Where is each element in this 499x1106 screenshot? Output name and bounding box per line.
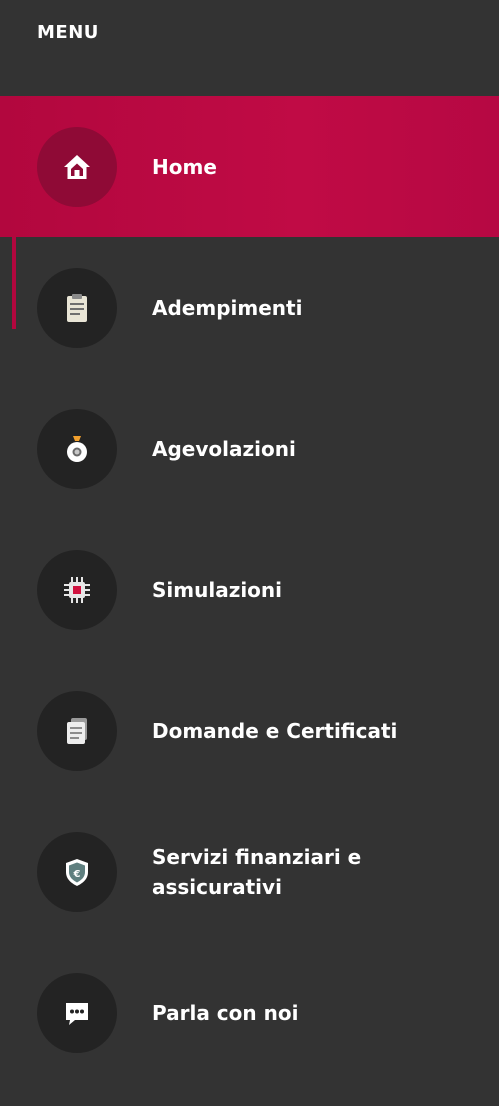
clipboard-icon [37, 267, 117, 348]
menu-title: MENU [37, 22, 99, 43]
shield-euro-icon: € [37, 831, 117, 912]
nav-item-simulazioni[interactable]: Simulazioni [0, 519, 499, 660]
nav-item-servizi-finanziari[interactable]: € Servizi finanziari e assicurativi [0, 801, 499, 942]
chip-icon [37, 549, 117, 630]
nav-item-domande-certificati-label: Domande e Certificati [152, 718, 398, 743]
sidebar-menu: MENU Home Adempimenti Agevolazioni Simul… [0, 0, 499, 1106]
nav-item-home[interactable]: Home [0, 96, 499, 329]
chat-icon [37, 972, 117, 1053]
nav-item-agevolazioni-label: Agevolazioni [152, 436, 296, 461]
nav-item-servizi-finanziari-label: Servizi finanziari e assicurativi [152, 844, 362, 899]
nav-item-parla-con-noi[interactable]: Parla con noi [0, 942, 499, 1083]
home-icon [37, 126, 117, 207]
nav-item-agevolazioni[interactable]: Agevolazioni [0, 378, 499, 519]
svg-text:€: € [73, 869, 81, 880]
nav-item-adempimenti-label: Adempimenti [152, 295, 303, 320]
nav-item-adempimenti[interactable]: Adempimenti [0, 237, 499, 378]
nav-item-simulazioni-label: Simulazioni [152, 577, 283, 602]
nav-item-parla-con-noi-label: Parla con noi [152, 1000, 299, 1025]
money-bag-icon [37, 408, 117, 489]
documents-icon [37, 690, 117, 771]
nav-list: Home Adempimenti Agevolazioni Simulazion… [0, 96, 499, 1083]
nav-item-home-label: Home [152, 154, 217, 179]
nav-item-domande-certificati[interactable]: Domande e Certificati [0, 660, 499, 801]
